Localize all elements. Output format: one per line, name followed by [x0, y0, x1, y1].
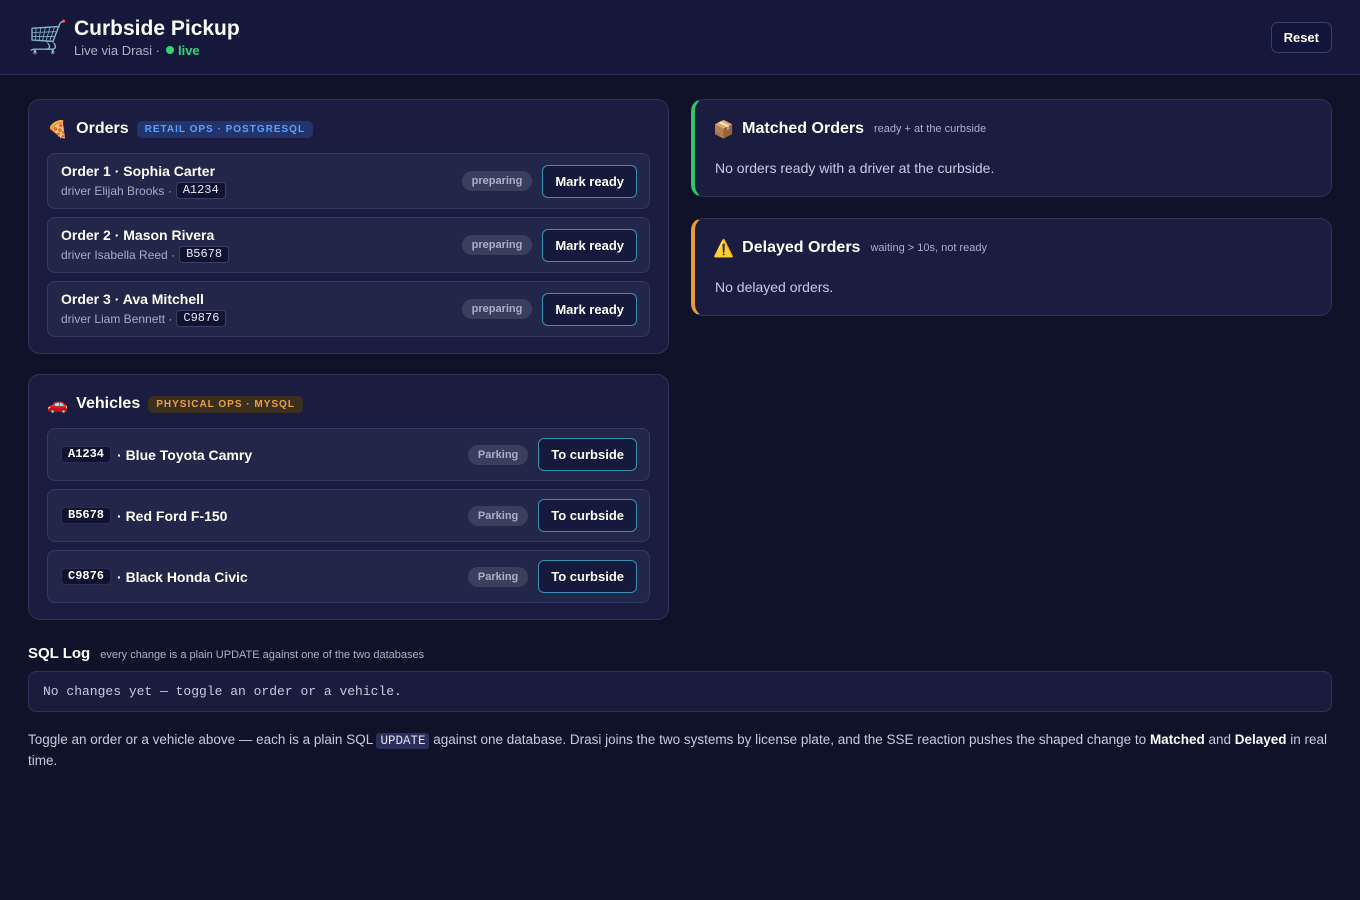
order-title: Order 3 · Ava Mitchell — [61, 291, 204, 307]
footer-matched: Matched — [1149, 732, 1205, 747]
sql-log-title: SQL Log — [28, 645, 91, 662]
vehicle-card: A1234 · Blue Toyota Camry Parking To cur… — [47, 428, 650, 481]
license-plate: C9876 — [176, 310, 227, 327]
order-driver: driver Liam Bennett · C9876 — [61, 310, 227, 327]
footer-text: Toggle an order or a vehicle above — eac… — [28, 732, 377, 747]
order-title: Order 2 · Mason Rivera — [61, 227, 215, 243]
live-dot-icon — [165, 46, 174, 54]
brand-text: Curbside Pickup Live via Drasi · live — [74, 17, 240, 58]
mark-ready-button[interactable]: Mark ready — [542, 228, 637, 262]
order-driver: driver Isabella Reed · B5678 — [61, 246, 230, 263]
vehicle-actions: Parking To curbside — [467, 560, 637, 593]
brand: 🛒 Curbside Pickup Live via Drasi · live — [28, 17, 240, 58]
matched-orders-panel: 📦 Matched Orders ready + at the curbside… — [691, 99, 1332, 197]
footer-code: UPDATE — [376, 733, 430, 749]
order-actions: preparing Mark ready — [461, 228, 637, 262]
reset-button[interactable]: Reset — [1270, 21, 1332, 53]
vehicles-title: Vehicles — [76, 395, 141, 412]
sql-log-empty-message: No changes yet — toggle an order or a ve… — [43, 684, 402, 699]
order-status-badge: preparing — [461, 171, 533, 191]
app-title: Curbside Pickup — [74, 16, 240, 40]
order-card: Order 3 · Ava Mitchell driver Liam Benne… — [47, 281, 650, 337]
vehicle-actions: Parking To curbside — [467, 438, 637, 471]
driver-name: driver Isabella Reed · — [61, 247, 176, 262]
delayed-header: ⚠️ Delayed Orders waiting > 10s, not rea… — [713, 239, 987, 257]
vehicle-actions: Parking To curbside — [467, 499, 637, 532]
order-actions: preparing Mark ready — [461, 164, 637, 198]
vehicle-status-badge: Parking — [467, 505, 529, 526]
main-content: 🍕 Orders RETAIL OPS · POSTGRESQL Order 1… — [0, 75, 1360, 900]
car-icon: 🚗 — [47, 394, 69, 414]
vehicles-header: 🚗 Vehicles PHYSICAL OPS · MYSQL — [47, 395, 303, 413]
sql-log-box: No changes yet — toggle an order or a ve… — [28, 671, 1332, 712]
delayed-orders-panel: ⚠️ Delayed Orders waiting > 10s, not rea… — [691, 218, 1332, 316]
sql-log-hint: every change is a plain UPDATE against o… — [100, 649, 425, 661]
vehicle-info: A1234 · Blue Toyota Camry — [61, 446, 252, 463]
footer-delayed: Delayed — [1234, 732, 1287, 747]
vehicles-panel: 🚗 Vehicles PHYSICAL OPS · MYSQL A1234 · … — [28, 374, 669, 620]
license-plate: B5678 — [61, 507, 112, 524]
to-curbside-button[interactable]: To curbside — [538, 499, 637, 532]
shopping-cart-icon: 🛒 — [28, 19, 68, 55]
warning-icon: ⚠️ — [713, 238, 735, 258]
matched-header: 📦 Matched Orders ready + at the curbside — [713, 120, 986, 138]
matched-empty-message: No orders ready with a driver at the cur… — [715, 160, 995, 176]
mark-ready-button[interactable]: Mark ready — [542, 292, 637, 326]
subtitle-text: Live via Drasi · — [74, 42, 160, 58]
vehicle-name: · Black Honda Civic — [117, 568, 248, 585]
driver-name: driver Elijah Brooks · — [61, 183, 172, 198]
order-info: Order 1 · Sophia Carter driver Elijah Br… — [61, 163, 226, 199]
vehicles-source-badge: PHYSICAL OPS · MYSQL — [148, 395, 303, 413]
delayed-hint: waiting > 10s, not ready — [870, 242, 987, 254]
live-indicator: live — [177, 42, 200, 58]
order-status-badge: preparing — [461, 299, 533, 319]
to-curbside-button[interactable]: To curbside — [538, 438, 637, 471]
orders-header: 🍕 Orders RETAIL OPS · POSTGRESQL — [47, 119, 314, 139]
order-status-badge: preparing — [461, 235, 533, 255]
matched-title: Matched Orders — [742, 120, 864, 137]
order-info: Order 2 · Mason Rivera driver Isabella R… — [61, 227, 230, 263]
package-icon: 📦 — [713, 119, 735, 139]
vehicle-status-badge: Parking — [467, 566, 529, 587]
app-subtitle: Live via Drasi · live — [74, 43, 240, 58]
vehicle-info: B5678 · Red Ford F-150 — [61, 507, 227, 524]
order-driver: driver Elijah Brooks · A1234 — [61, 182, 226, 199]
footer-note: Toggle an order or a vehicle above — eac… — [28, 730, 1332, 771]
orders-title: Orders — [76, 120, 129, 137]
order-actions: preparing Mark ready — [461, 292, 637, 326]
footer-text: against one database. Drasi joins the tw… — [429, 732, 1150, 747]
vehicle-name: · Red Ford F-150 — [117, 507, 228, 524]
matched-hint: ready + at the curbside — [873, 123, 987, 135]
pizza-icon: 🍕 — [47, 119, 69, 139]
footer-text: and — [1204, 732, 1235, 747]
license-plate: C9876 — [61, 568, 112, 585]
license-plate: B5678 — [179, 246, 230, 263]
order-card: Order 1 · Sophia Carter driver Elijah Br… — [47, 153, 650, 209]
order-card: Order 2 · Mason Rivera driver Isabella R… — [47, 217, 650, 273]
vehicle-card: C9876 · Black Honda Civic Parking To cur… — [47, 550, 650, 603]
delayed-title: Delayed Orders — [742, 239, 861, 256]
top-bar: 🛒 Curbside Pickup Live via Drasi · live … — [0, 0, 1360, 75]
order-info: Order 3 · Ava Mitchell driver Liam Benne… — [61, 291, 227, 327]
license-plate: A1234 — [175, 182, 226, 199]
orders-panel: 🍕 Orders RETAIL OPS · POSTGRESQL Order 1… — [28, 99, 669, 354]
to-curbside-button[interactable]: To curbside — [538, 560, 637, 593]
vehicle-card: B5678 · Red Ford F-150 Parking To curbsi… — [47, 489, 650, 542]
orders-source-badge: RETAIL OPS · POSTGRESQL — [136, 120, 314, 138]
driver-name: driver Liam Bennett · — [61, 311, 173, 326]
vehicle-info: C9876 · Black Honda Civic — [61, 568, 248, 585]
sql-log-header: SQL Log every change is a plain UPDATE a… — [28, 645, 424, 662]
order-title: Order 1 · Sophia Carter — [61, 163, 216, 179]
vehicle-name: · Blue Toyota Camry — [117, 446, 253, 463]
vehicle-status-badge: Parking — [467, 444, 529, 465]
license-plate: A1234 — [61, 446, 112, 463]
mark-ready-button[interactable]: Mark ready — [542, 164, 637, 198]
delayed-empty-message: No delayed orders. — [715, 279, 834, 295]
